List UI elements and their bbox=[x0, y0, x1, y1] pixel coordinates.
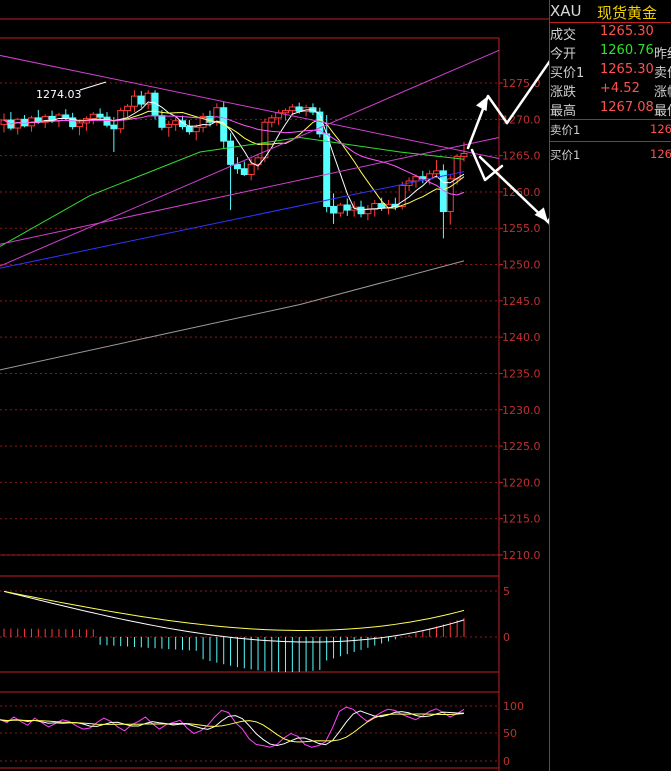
trendline-channel-lower bbox=[0, 136, 500, 245]
orderbook-value: 126 bbox=[650, 147, 671, 161]
high-annotation: 1274.03 bbox=[36, 88, 82, 101]
price-tick-label: 1250.0 bbox=[502, 259, 541, 272]
price-tick-label: 1215.0 bbox=[502, 513, 541, 526]
orderbook-row: 卖价1 126 bbox=[550, 122, 671, 140]
candle-body bbox=[336, 204, 344, 214]
ma-line-120 bbox=[0, 171, 465, 269]
quote-label: 买价1 bbox=[550, 66, 585, 81]
kdj-tick-label: 100 bbox=[503, 700, 524, 713]
candle-body bbox=[412, 176, 420, 182]
candle-body bbox=[172, 120, 180, 125]
candle-body bbox=[192, 126, 200, 133]
orderbook-row: 买价1 126 bbox=[550, 147, 671, 165]
candle-body bbox=[288, 106, 296, 112]
quote-label: 最高 bbox=[550, 104, 577, 119]
trendline-channel-upper bbox=[0, 49, 500, 267]
candle-body bbox=[330, 205, 338, 214]
ma-line-250 bbox=[0, 260, 465, 371]
quote-value: +4.52 bbox=[600, 81, 640, 96]
candle-body bbox=[124, 105, 132, 112]
candle-body bbox=[55, 114, 63, 122]
candle-body bbox=[137, 95, 145, 105]
macd-dea-line bbox=[3, 590, 465, 631]
price-tick-label: 1230.0 bbox=[502, 404, 541, 417]
price-tick-label: 1240.0 bbox=[502, 331, 541, 344]
quote-row: 最高 1267.08最低 bbox=[550, 100, 671, 119]
candle-body bbox=[268, 117, 276, 123]
kdj-tick-label: 0 bbox=[503, 755, 510, 768]
kdj-tick-label: 50 bbox=[503, 727, 517, 740]
quote-row: 涨跌 +4.52 涨幅 bbox=[550, 81, 671, 100]
candle-body bbox=[247, 163, 255, 176]
quote-header: XAU 现货黄金 bbox=[550, 0, 671, 22]
candle-body bbox=[76, 122, 84, 128]
quote-value: 1265.30 bbox=[600, 62, 654, 77]
price-chart: 1275.01270.01265.01260.01255.01250.01245… bbox=[0, 18, 549, 771]
quote-label: 成交 bbox=[550, 28, 577, 43]
macd-tick-label: 0 bbox=[503, 631, 510, 644]
candle-body bbox=[89, 113, 97, 120]
candle-body bbox=[364, 208, 372, 215]
quote-label-secondary: 卖价 bbox=[654, 66, 671, 81]
candle-body bbox=[213, 107, 221, 123]
quote-value: 1260.76 bbox=[600, 43, 654, 58]
candle-body bbox=[378, 203, 386, 209]
quote-row: 成交 1265.30 bbox=[550, 24, 671, 43]
orderbook-label: 卖价1 bbox=[550, 123, 581, 137]
candle-body bbox=[343, 204, 351, 211]
kdj-j-line bbox=[0, 706, 465, 748]
candle-body bbox=[357, 206, 365, 215]
candle-body bbox=[323, 133, 331, 207]
candle-body bbox=[233, 163, 241, 170]
price-tick-label: 1265.0 bbox=[502, 150, 541, 163]
candle-body bbox=[240, 168, 248, 176]
price-tick-label: 1235.0 bbox=[502, 367, 541, 380]
kdj-k-line bbox=[0, 710, 465, 746]
quote-divider bbox=[550, 22, 671, 23]
orderbook-divider-mid bbox=[550, 141, 671, 142]
quote-label-secondary: 最低 bbox=[654, 104, 671, 119]
candle-body bbox=[295, 106, 303, 112]
quote-label: 涨跌 bbox=[550, 85, 577, 100]
quote-label-secondary: 涨幅 bbox=[654, 85, 671, 100]
quote-label: 今开 bbox=[550, 47, 577, 62]
candle-body bbox=[14, 118, 22, 129]
candle-body bbox=[185, 126, 193, 133]
high-annotation-pointer bbox=[79, 81, 107, 91]
candle-body bbox=[158, 115, 166, 128]
quote-symbol: XAU bbox=[550, 2, 582, 20]
macd-tick-label: 5 bbox=[503, 585, 510, 598]
candle-body bbox=[446, 178, 454, 213]
quote-label-secondary: 昨结 bbox=[654, 47, 671, 62]
candle-body bbox=[62, 114, 70, 119]
trendline-resistance bbox=[0, 54, 500, 160]
price-tick-label: 1255.0 bbox=[502, 222, 541, 235]
price-tick-label: 1225.0 bbox=[502, 440, 541, 453]
price-tick-label: 1220.0 bbox=[502, 476, 541, 489]
candle-body bbox=[460, 152, 468, 157]
candle-body bbox=[96, 113, 104, 118]
candle-body bbox=[453, 155, 461, 180]
candle-body bbox=[130, 95, 138, 107]
price-tick-label: 1210.0 bbox=[502, 549, 541, 562]
quote-value: 1265.30 bbox=[600, 24, 654, 39]
quote-name: 现货黄金 bbox=[597, 4, 658, 22]
quote-panel: XAU 现货黄金 成交1265.30今开1260.76昨结买价11265.30卖… bbox=[549, 0, 671, 771]
candle-body bbox=[433, 170, 441, 175]
candle-body bbox=[281, 110, 289, 114]
candle-body bbox=[227, 140, 235, 165]
quote-value: 1267.08 bbox=[600, 100, 654, 115]
quote-row: 今开 1260.76昨结 bbox=[550, 43, 671, 62]
orderbook-value: 126 bbox=[650, 122, 671, 136]
orderbook-label: 买价1 bbox=[550, 148, 581, 162]
price-tick-label: 1245.0 bbox=[502, 295, 541, 308]
quote-row: 买价1 1265.30卖价 bbox=[550, 62, 671, 81]
candle-body bbox=[165, 123, 173, 128]
candle-body bbox=[110, 124, 118, 130]
orderbook-divider-top bbox=[550, 119, 671, 120]
